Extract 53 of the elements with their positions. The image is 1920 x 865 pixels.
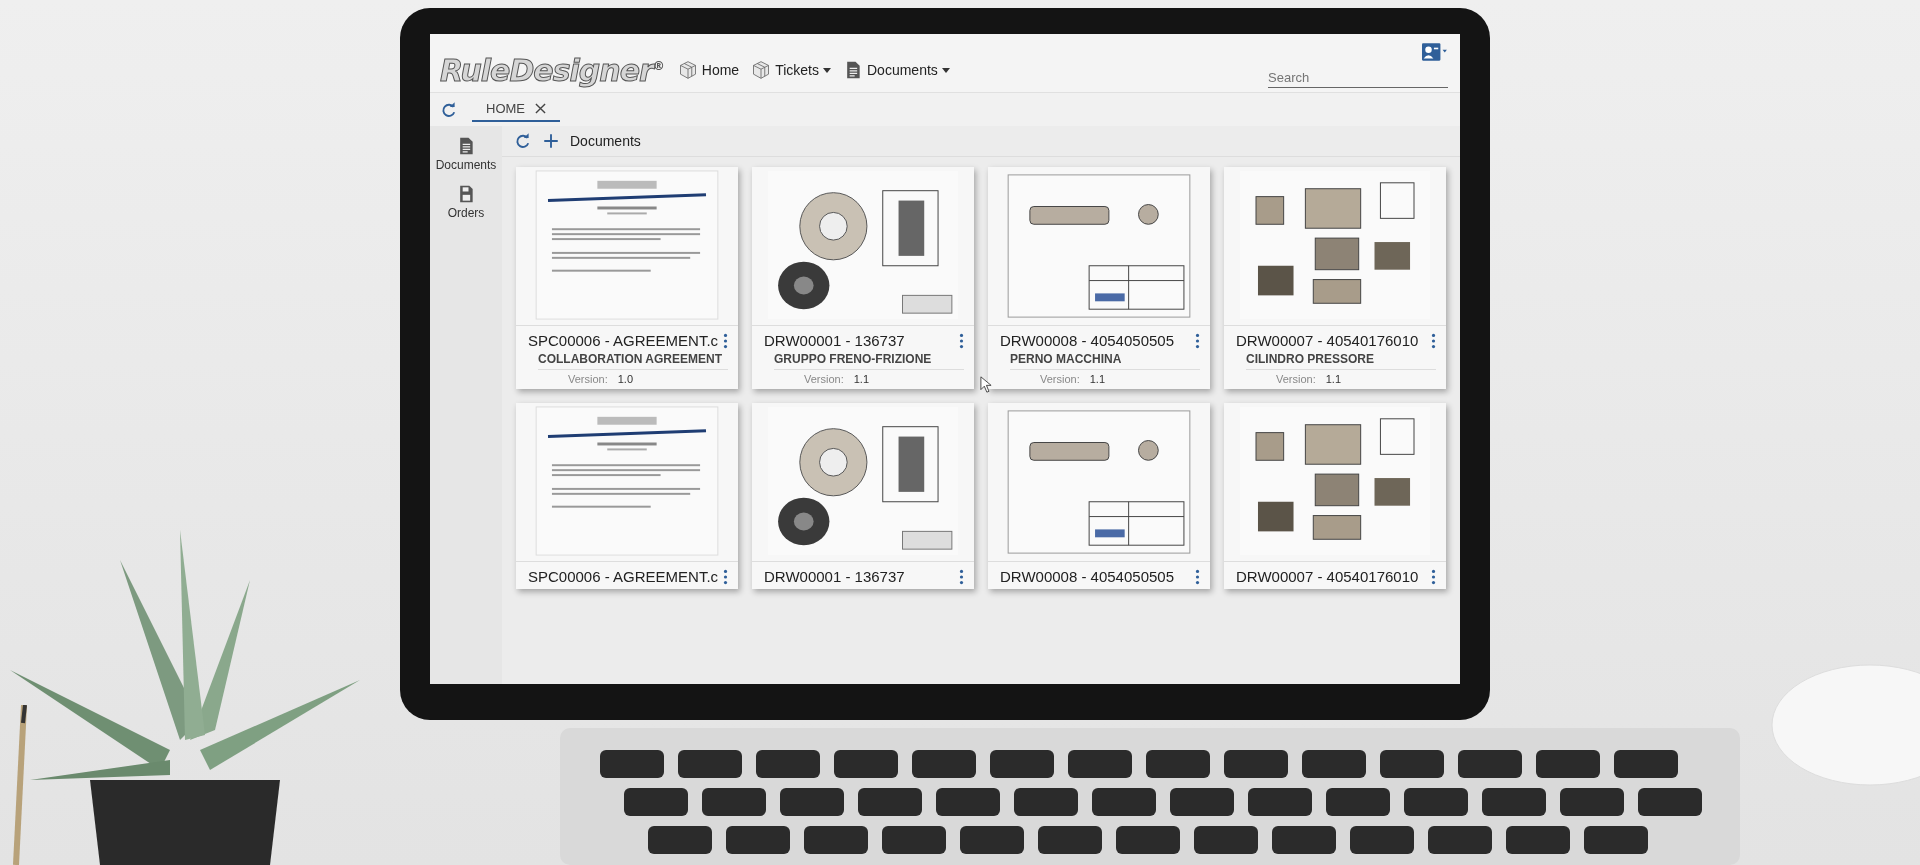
card-title: SPC00006 - AGREEMENT.c bbox=[528, 332, 719, 349]
version-label: Version: bbox=[804, 373, 844, 385]
cube-icon bbox=[751, 60, 772, 80]
nav-menu-item[interactable]: Documents bbox=[843, 60, 950, 80]
nav-menu-item[interactable]: Home bbox=[677, 60, 740, 80]
section-title: Documents bbox=[570, 133, 641, 149]
card-title: DRW00008 - 4054050505 bbox=[1000, 332, 1175, 349]
refresh-icon[interactable] bbox=[514, 132, 532, 150]
document-card[interactable]: DRW00001 - 136737 bbox=[752, 403, 974, 589]
more-options-icon[interactable] bbox=[723, 333, 728, 349]
card-subtitle: PERNO MACCHINA bbox=[1010, 352, 1200, 370]
more-options-icon[interactable] bbox=[723, 569, 728, 585]
refresh-icon[interactable] bbox=[440, 100, 458, 119]
mouse-pointer-icon bbox=[980, 376, 992, 393]
card-subtitle: GRUPPO FRENO-FRIZIONE bbox=[774, 352, 964, 370]
document-card[interactable]: SPC00006 - AGREEMENT.c COLLABORATION AGREEMENT Version: 1.0 bbox=[516, 167, 738, 389]
version-value: 1.1 bbox=[1089, 373, 1106, 385]
version-label: Version: bbox=[568, 373, 608, 385]
card-title: DRW00007 - 40540176010 bbox=[1236, 332, 1419, 349]
tab[interactable]: HOME bbox=[472, 97, 560, 122]
nav-menu-item[interactable]: Tickets bbox=[751, 60, 831, 80]
card-title: DRW00001 - 136737 bbox=[764, 568, 905, 585]
logo[interactable]: RuleDesigner$^{®}$ bbox=[440, 53, 664, 88]
document-card[interactable]: DRW00007 - 40540176010 bbox=[1224, 403, 1446, 589]
sidebar-item[interactable]: Documents bbox=[435, 136, 497, 172]
card-title: SPC00006 - AGREEMENT.c bbox=[528, 568, 719, 585]
card-subtitle: COLLABORATION AGREEMENT bbox=[538, 352, 728, 370]
search-field[interactable]: Search bbox=[1268, 68, 1448, 88]
document-card[interactable]: DRW00007 - 40540176010 CILINDRO PRESSORE Version: 1.1 bbox=[1224, 167, 1446, 389]
user-card-icon[interactable] bbox=[1422, 42, 1448, 62]
card-subtitle: CILINDRO PRESSORE bbox=[1246, 352, 1436, 370]
more-options-icon[interactable] bbox=[1431, 333, 1436, 349]
close-icon[interactable] bbox=[535, 103, 546, 114]
document-card[interactable]: DRW00001 - 136737 GRUPPO FRENO-FRIZIONE Version: 1.1 bbox=[752, 167, 974, 389]
version-value: 1.0 bbox=[617, 373, 634, 385]
sidebar-item[interactable]: Orders bbox=[447, 184, 485, 220]
version-label: Version: bbox=[1276, 373, 1316, 385]
version-value: 1.1 bbox=[1325, 373, 1342, 385]
more-options-icon[interactable] bbox=[959, 569, 964, 585]
document-card[interactable]: DRW00008 - 4054050505 PERNO MACCHINA Version: 1.1 bbox=[988, 167, 1210, 389]
document-card[interactable]: SPC00006 - AGREEMENT.c bbox=[516, 403, 738, 589]
version-label: Version: bbox=[1040, 373, 1080, 385]
more-options-icon[interactable] bbox=[1431, 569, 1436, 585]
more-options-icon[interactable] bbox=[959, 333, 964, 349]
card-title: DRW00001 - 136737 bbox=[764, 332, 905, 349]
document-card[interactable]: DRW00008 - 4054050505 bbox=[988, 403, 1210, 589]
cube-icon bbox=[677, 60, 698, 80]
add-icon[interactable] bbox=[542, 132, 560, 150]
more-options-icon[interactable] bbox=[1195, 569, 1200, 585]
card-title: DRW00007 - 40540176010 bbox=[1236, 568, 1419, 585]
more-options-icon[interactable] bbox=[1195, 333, 1200, 349]
version-value: 1.1 bbox=[853, 373, 870, 385]
card-title: DRW00008 - 4054050505 bbox=[1000, 568, 1175, 585]
